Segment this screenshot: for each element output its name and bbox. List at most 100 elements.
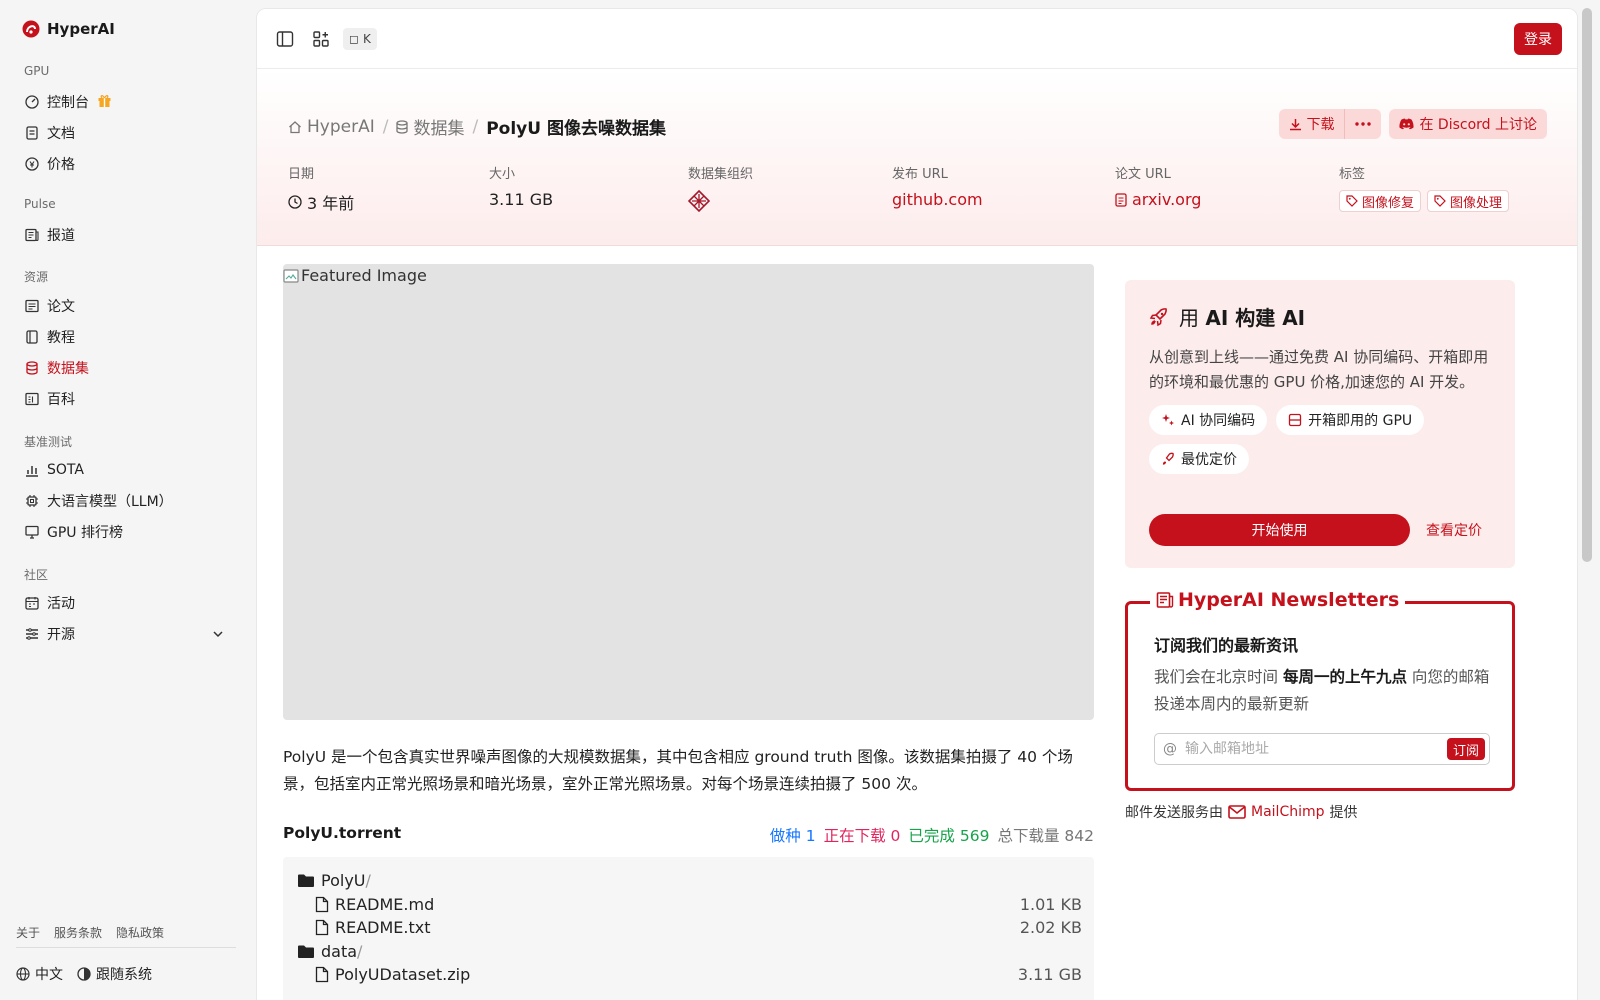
sidebar-item-papers[interactable]: 论文: [16, 292, 236, 320]
newsletter-body: 我们会在北京时间 每周一的上午九点 向您的邮箱投递本周内的最新更新: [1154, 664, 1494, 718]
section-title-gpu: GPU: [24, 64, 50, 78]
meta-label: 日期: [288, 167, 315, 182]
sidebar-item-tutorials[interactable]: 教程: [16, 323, 236, 351]
sidebar-item-docs[interactable]: 文档: [16, 119, 236, 147]
file-row[interactable]: PolyU/: [283, 869, 1094, 893]
section-title-resources: 资源: [24, 270, 49, 284]
sidebar-item-wiki[interactable]: 百科: [16, 385, 236, 413]
chip-ready-gpu: 开箱即用的 GPU: [1276, 405, 1425, 435]
sidebar-item-label: 报道: [47, 228, 75, 244]
promo-actions: 开始使用 查看定价: [1149, 514, 1482, 546]
view-pricing-link[interactable]: 查看定价: [1426, 520, 1482, 540]
apps-grid-icon[interactable]: [311, 29, 331, 49]
file-tree: PolyU/ README.md 1.01 KB README.txt 2.02…: [283, 857, 1094, 1000]
list-icon: [25, 627, 39, 641]
sidebar-item-gpu-leaderboard[interactable]: GPU 排行榜: [16, 518, 236, 546]
search-shortcut[interactable]: ◻ K: [343, 28, 377, 50]
chip-best-pricing: 最优定价: [1149, 444, 1249, 474]
torrent-header: PolyU.torrent 做种 1 正在下载 0 已完成 569 总下载量 8…: [283, 824, 1094, 846]
tag-label: 图像处理: [1450, 195, 1503, 211]
breadcrumb-datasets[interactable]: 数据集: [396, 114, 464, 139]
at-sign-icon: @: [1163, 741, 1177, 757]
email-input[interactable]: [1185, 741, 1439, 757]
newsletter-card: HyperAI Newsletters 订阅我们的最新资讯 我们会在北京时间 每…: [1125, 589, 1515, 791]
seeding-stat: 做种 1: [770, 824, 816, 846]
sidebar-item-news[interactable]: 报道: [16, 221, 236, 249]
file-icon: [315, 967, 329, 983]
meta-publish-url: 发布 URL github.com: [892, 163, 983, 209]
news-icon: [25, 228, 39, 242]
publish-url-link[interactable]: github.com: [892, 190, 983, 209]
file-size: 2.02 KB: [1019, 918, 1082, 938]
book-icon: [25, 330, 39, 344]
brand-logo[interactable]: HyperAI: [22, 20, 115, 38]
section-title-community: 社区: [24, 568, 49, 582]
theme-switcher[interactable]: 跟随系统: [77, 964, 152, 984]
sidebar-item-console[interactable]: 控制台: [16, 88, 236, 116]
download-button[interactable]: 下载: [1279, 109, 1344, 139]
file-row[interactable]: README.md 1.01 KB: [283, 893, 1094, 917]
download-button-group: 下载: [1279, 109, 1382, 139]
tag-label: 图像修复: [1362, 195, 1415, 211]
login-button[interactable]: 登录: [1514, 23, 1562, 55]
mail-icon: [1228, 805, 1246, 819]
downloading-label: 正在下载: [823, 827, 886, 845]
downloading-count: 0: [890, 827, 901, 845]
promo-chips: AI 协同编码 开箱即用的 GPU 最优定价: [1149, 405, 1491, 474]
sidebar-item-pricing[interactable]: 价格: [16, 150, 236, 178]
scrollbar-thumb[interactable]: [1582, 8, 1592, 562]
wiki-icon: [25, 392, 39, 406]
theme-icon: [77, 967, 91, 981]
clock-icon: [288, 195, 302, 209]
discord-button[interactable]: 在 Discord 上讨论: [1389, 109, 1547, 139]
sidebar-toggle-icon[interactable]: [275, 29, 295, 49]
file-row[interactable]: README.txt 2.02 KB: [283, 916, 1094, 940]
featured-image-alt: Featured Image: [283, 266, 427, 285]
get-started-button[interactable]: 开始使用: [1149, 514, 1410, 546]
meta-label: 标签: [1339, 167, 1366, 182]
language-switcher[interactable]: 中文: [16, 964, 63, 984]
completed-stat: 已完成 569: [908, 824, 989, 846]
file-row[interactable]: PolyUDataset.zip 3.11 GB: [283, 963, 1094, 987]
sidebar-item-label: SOTA: [47, 462, 84, 478]
org-logo[interactable]: [688, 190, 753, 212]
sidebar-item-datasets[interactable]: 数据集: [16, 354, 236, 382]
chip-label: 最优定价: [1181, 452, 1237, 468]
provider-prefix: 邮件发送服务由: [1125, 805, 1223, 821]
subscribe-button[interactable]: 订阅: [1446, 738, 1485, 760]
chevron-down-icon[interactable]: [212, 628, 224, 644]
footer-link-terms[interactable]: 服务条款: [54, 924, 102, 941]
folder-icon: [298, 945, 314, 958]
newsletter-form: @ 订阅: [1154, 733, 1490, 765]
footer-link-privacy[interactable]: 隐私政策: [116, 924, 164, 941]
more-options-button[interactable]: [1344, 109, 1381, 139]
breadcrumb-home-label: HyperAI: [307, 116, 375, 137]
home-icon: [289, 120, 301, 133]
meta-label: 大小: [489, 167, 516, 182]
command-key-icon: ◻: [349, 32, 359, 46]
meta-label: 数据集组织: [688, 167, 754, 182]
chip-label: AI 协同编码: [1181, 413, 1256, 429]
mailchimp-link[interactable]: MailChimp: [1228, 804, 1325, 820]
paper-url-link[interactable]: arxiv.org: [1115, 190, 1201, 209]
promo-card: 用 AI 构建 AI 从创意到上线——通过免费 AI 协同编码、开箱即用的环境和…: [1125, 280, 1515, 568]
monitor-icon: [25, 525, 39, 539]
footer-links: 关于 服务条款 隐私政策: [16, 924, 164, 941]
mail-provider-note: 邮件发送服务由 MailChimp 提供: [1125, 802, 1358, 822]
file-row[interactable]: data/: [283, 940, 1094, 964]
more-horizontal-icon: [1355, 122, 1372, 126]
globe-icon: [16, 967, 30, 981]
sidebar-item-sota[interactable]: SOTA: [16, 456, 236, 484]
download-label: 下载: [1306, 117, 1335, 133]
meta-size: 大小 3.11 GB: [489, 163, 553, 209]
meta-label: 论文 URL: [1115, 167, 1171, 182]
sidebar-item-opensource[interactable]: 开源: [16, 620, 236, 648]
sidebar-item-events[interactable]: 活动: [16, 589, 236, 617]
sidebar-item-llm[interactable]: 大语言模型（LLM）: [16, 487, 236, 515]
breadcrumb-home[interactable]: HyperAI: [288, 117, 375, 137]
sidebar-item-label: 论文: [47, 299, 75, 315]
tag-image-processing[interactable]: 图像处理: [1427, 190, 1510, 212]
tag-image-restoration[interactable]: 图像修复: [1339, 190, 1422, 212]
footer-link-about[interactable]: 关于: [16, 924, 40, 941]
page-scrollbar[interactable]: [1582, 8, 1592, 1000]
